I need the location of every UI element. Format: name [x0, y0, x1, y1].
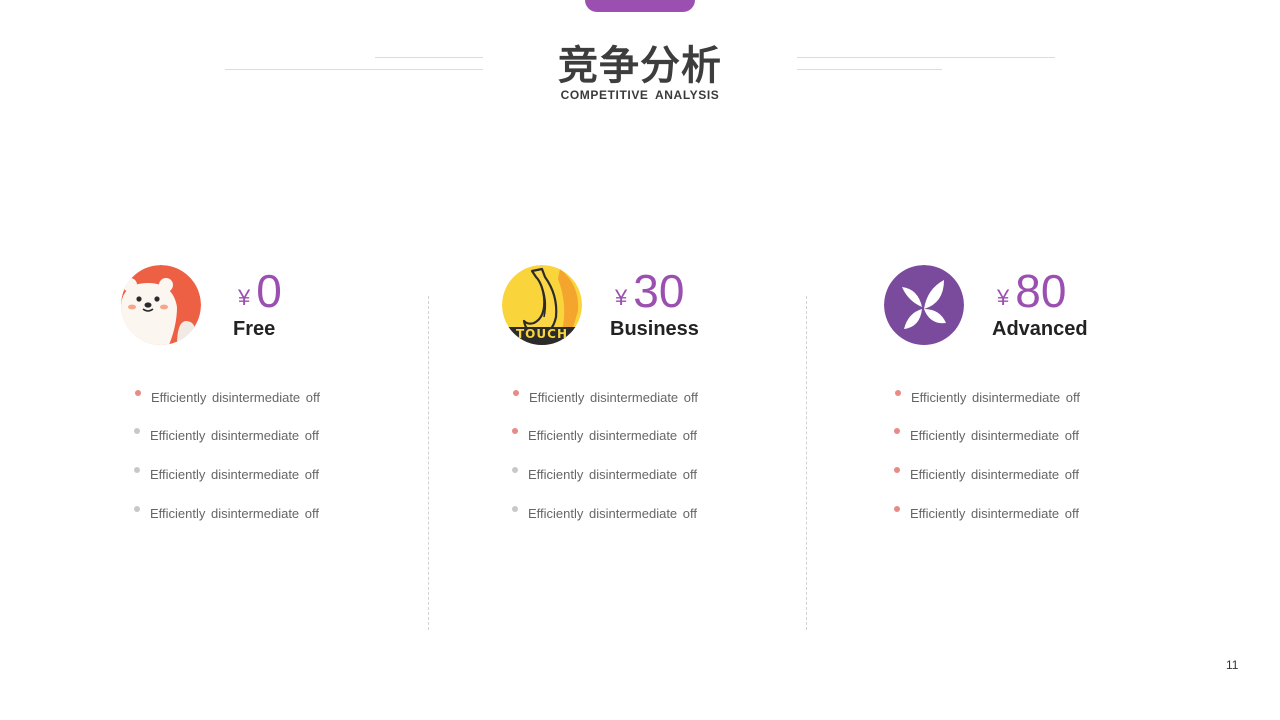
banana-icon: TOUCH: [502, 265, 582, 345]
page-title: 竞争分析: [558, 43, 722, 89]
price-amount: 30: [633, 265, 685, 317]
list-bullet: [894, 428, 900, 434]
list-bullet: [135, 390, 141, 396]
feature-item: Efficiently disintermediate off: [910, 467, 1079, 482]
bear-icon: [121, 265, 201, 345]
currency-symbol: ¥: [238, 285, 251, 310]
plan-name: Free: [233, 318, 276, 340]
feature-item: Efficiently disintermediate off: [911, 390, 1080, 405]
butterfly-leaf-icon: [884, 265, 964, 345]
plan-price: ¥0: [238, 268, 282, 314]
list-bullet: [513, 390, 519, 396]
price-amount: 80: [1015, 265, 1067, 317]
list-bullet: [894, 467, 900, 473]
column-divider: [806, 296, 807, 630]
feature-item: Efficiently disintermediate off: [910, 506, 1079, 521]
feature-item: Efficiently disintermediate off: [528, 506, 697, 521]
price-amount: 0: [256, 265, 282, 317]
list-bullet: [134, 428, 140, 434]
column-divider: [428, 296, 429, 630]
feature-item: Efficiently disintermediate off: [910, 428, 1079, 443]
plan-price: ¥80: [997, 268, 1066, 314]
list-bullet: [512, 428, 518, 434]
page-number: 11: [1226, 658, 1239, 672]
list-bullet: [134, 506, 140, 512]
page-subtitle: COMPETITIVE ANALYSIS: [560, 88, 720, 102]
list-bullet: [512, 506, 518, 512]
list-bullet: [134, 467, 140, 473]
feature-item: Efficiently disintermediate off: [150, 428, 319, 443]
plan-price: ¥30: [615, 268, 684, 314]
feature-item: Efficiently disintermediate off: [150, 467, 319, 482]
feature-item: Efficiently disintermediate off: [528, 428, 697, 443]
feature-item: Efficiently disintermediate off: [528, 467, 697, 482]
list-bullet: [894, 506, 900, 512]
plan-name: Business: [610, 318, 699, 340]
currency-symbol: ¥: [997, 285, 1010, 310]
currency-symbol: ¥: [615, 285, 628, 310]
banana-icon-caption: TOUCH: [516, 327, 568, 341]
feature-item: Efficiently disintermediate off: [150, 506, 319, 521]
list-bullet: [512, 467, 518, 473]
list-bullet: [895, 390, 901, 396]
plan-name: Advanced: [992, 318, 1088, 340]
feature-item: Efficiently disintermediate off: [529, 390, 698, 405]
top-accent-tab: [585, 0, 695, 12]
feature-item: Efficiently disintermediate off: [151, 390, 320, 405]
